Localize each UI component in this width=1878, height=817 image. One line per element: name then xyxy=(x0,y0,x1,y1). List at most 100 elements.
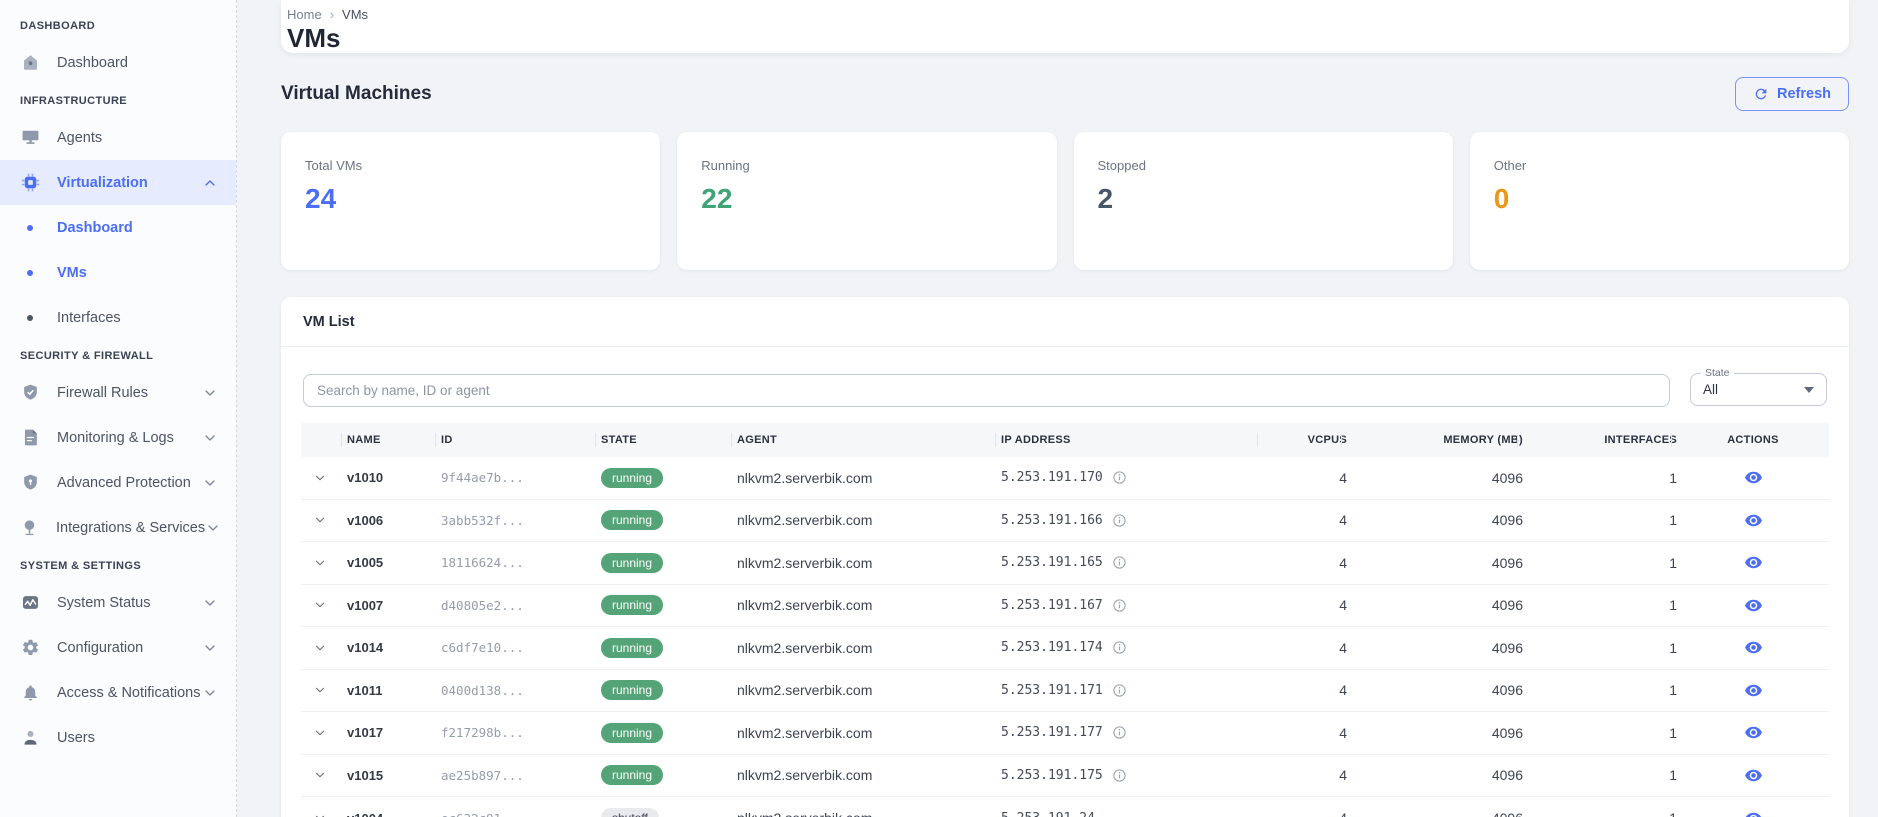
row-expand-button[interactable] xyxy=(309,467,331,489)
chip-icon xyxy=(20,173,40,193)
sidebar-item-access-notifications[interactable]: Access & Notifications xyxy=(0,670,236,715)
column-header-ip-address: IP ADDRESS xyxy=(995,423,1263,457)
vm-agent-cell: nlkvm2.serverbik.com xyxy=(737,767,873,784)
view-vm-button[interactable] xyxy=(1740,592,1767,619)
table-row: v1017 f217298b... running nlkvm2.serverbik.… xyxy=(301,712,1829,755)
table-row: v1005 18116624... running nlkvm2.serverbik.… xyxy=(301,542,1829,585)
info-icon[interactable] xyxy=(1112,598,1127,613)
expand-cell xyxy=(301,594,347,616)
vm-vcpus-cell: 4 xyxy=(1339,767,1347,784)
chevron-up-icon xyxy=(202,175,218,191)
sidebar-item-agents[interactable]: Agents xyxy=(0,115,236,160)
column-header-state: STATE xyxy=(595,423,737,457)
row-expand-button[interactable] xyxy=(309,637,331,659)
info-icon[interactable] xyxy=(1112,640,1127,655)
view-vm-button[interactable] xyxy=(1740,719,1767,746)
sidebar-item-firewall-rules[interactable]: Firewall Rules xyxy=(0,370,236,415)
sidebar-item-integrations-services[interactable]: Integrations & Services xyxy=(0,505,236,550)
ip-address: 5.253.191.171 xyxy=(1001,682,1103,698)
vm-table: NAME ID STATE AGENT IP ADDRESS VCPUS MEMORY (M… xyxy=(301,423,1829,817)
row-expand-button[interactable] xyxy=(309,594,331,616)
row-expand-button[interactable] xyxy=(309,764,331,786)
vm-state-cell: running xyxy=(601,680,737,701)
vm-table-header: NAME ID STATE AGENT IP ADDRESS VCPUS MEMORY (M… xyxy=(301,423,1829,457)
sidebar-item-monitoring-logs[interactable]: Monitoring & Logs xyxy=(0,415,236,460)
view-vm-button[interactable] xyxy=(1740,762,1767,789)
stat-card-label: Other xyxy=(1493,158,1527,173)
chevron-down-icon xyxy=(202,475,218,491)
info-icon[interactable] xyxy=(1112,725,1127,740)
chevron-down-icon xyxy=(205,520,221,536)
vm-name-cell: v1004 xyxy=(347,811,441,817)
app-root: DASHBOARD Dashboard INFRASTRUCTURE Agents Vi… xyxy=(0,0,1878,817)
vm-ip-cell: 5.253.191.174 xyxy=(1001,640,1263,655)
sidebar-subitem-interfaces[interactable]: Interfaces xyxy=(0,295,236,340)
search-input[interactable] xyxy=(303,374,1670,407)
sidebar-item-label: Access & Notifications xyxy=(57,684,201,701)
stat-card-value: 22 xyxy=(701,183,733,214)
view-vm-button[interactable] xyxy=(1740,634,1767,661)
row-expand-button[interactable] xyxy=(309,722,331,744)
view-vm-button[interactable] xyxy=(1740,507,1767,534)
stat-card-label: Stopped xyxy=(1097,158,1146,173)
breadcrumb-home-link[interactable]: Home xyxy=(287,7,322,22)
sidebar-item-label: Dashboard xyxy=(57,54,128,71)
ip-address: 5.253.191.170 xyxy=(1001,470,1103,486)
vm-state-cell: running xyxy=(601,510,737,531)
sidebar-section-label-infrastructure: INFRASTRUCTURE xyxy=(20,95,128,107)
sidebar-subitem-vms[interactable]: VMs xyxy=(0,250,236,295)
state-filter-select[interactable]: State All xyxy=(1690,367,1827,406)
sidebar-item-label: System Status xyxy=(57,594,151,611)
refresh-button[interactable]: Refresh xyxy=(1735,77,1849,111)
info-icon[interactable] xyxy=(1112,768,1127,783)
vm-state-cell: running xyxy=(601,552,737,573)
info-icon[interactable] xyxy=(1112,470,1127,485)
view-vm-button[interactable] xyxy=(1740,805,1767,817)
section-header: Virtual Machines Refresh xyxy=(281,77,1849,111)
view-vm-button[interactable] xyxy=(1740,677,1767,704)
bullet-icon xyxy=(27,224,33,231)
sidebar-item-configuration[interactable]: Configuration xyxy=(0,625,236,670)
state-filter-value: All xyxy=(1703,382,1719,397)
vm-vcpus-cell: 4 xyxy=(1339,724,1347,741)
sidebar-item-system-status[interactable]: System Status xyxy=(0,580,236,625)
row-expand-button[interactable] xyxy=(309,552,331,574)
vm-ip-cell: 5.253.191.175 xyxy=(1001,768,1263,783)
ip-address: 5.253.191.165 xyxy=(1001,555,1103,571)
vm-name-cell: v1007 xyxy=(347,597,384,613)
info-icon[interactable] xyxy=(1112,555,1127,570)
row-expand-button[interactable] xyxy=(309,679,331,701)
view-vm-button[interactable] xyxy=(1740,464,1767,491)
home-icon xyxy=(20,53,40,73)
vm-agent-cell: nlkvm2.serverbik.com xyxy=(737,724,873,741)
table-row: v1014 c6df7e10... running nlkvm2.serverbik.… xyxy=(301,627,1829,670)
sidebar-subitem-label: VMs xyxy=(57,264,87,281)
bullet-icon xyxy=(27,314,33,321)
sidebar-item-users[interactable]: Users xyxy=(0,715,236,760)
state-badge: running xyxy=(601,595,664,616)
sidebar-item-dashboard[interactable]: Dashboard xyxy=(0,40,236,85)
section-title: Virtual Machines xyxy=(281,83,432,104)
sidebar-item-label: Monitoring & Logs xyxy=(57,429,174,446)
breadcrumb: Home › VMs xyxy=(285,7,1825,22)
state-badge: running xyxy=(601,510,664,531)
info-icon[interactable] xyxy=(1112,683,1127,698)
column-header-interfaces: INTERFACES xyxy=(1517,423,1677,457)
vm-vcpus-cell: 4 xyxy=(1339,639,1347,656)
sidebar-subitem-dashboard[interactable]: Dashboard xyxy=(0,205,236,250)
vm-memory-cell: 4096 xyxy=(1491,767,1523,784)
chevron-down-icon xyxy=(202,685,218,701)
sidebar-item-advanced-protection[interactable]: Advanced Protection xyxy=(0,460,236,505)
document-icon xyxy=(20,428,40,448)
row-expand-button[interactable] xyxy=(309,807,331,817)
row-expand-button[interactable] xyxy=(309,509,331,531)
vm-interfaces-cell: 1 xyxy=(1669,639,1677,656)
info-icon[interactable] xyxy=(1112,513,1127,528)
state-badge: running xyxy=(601,722,664,743)
sidebar-section-label-system-settings: SYSTEM & SETTINGS xyxy=(20,560,142,572)
expand-cell xyxy=(301,467,347,489)
user-icon xyxy=(20,728,40,748)
view-vm-button[interactable] xyxy=(1740,549,1767,576)
sidebar-item-virtualization[interactable]: Virtualization xyxy=(0,160,236,205)
vm-id-cell: ae25b897... xyxy=(441,767,524,783)
